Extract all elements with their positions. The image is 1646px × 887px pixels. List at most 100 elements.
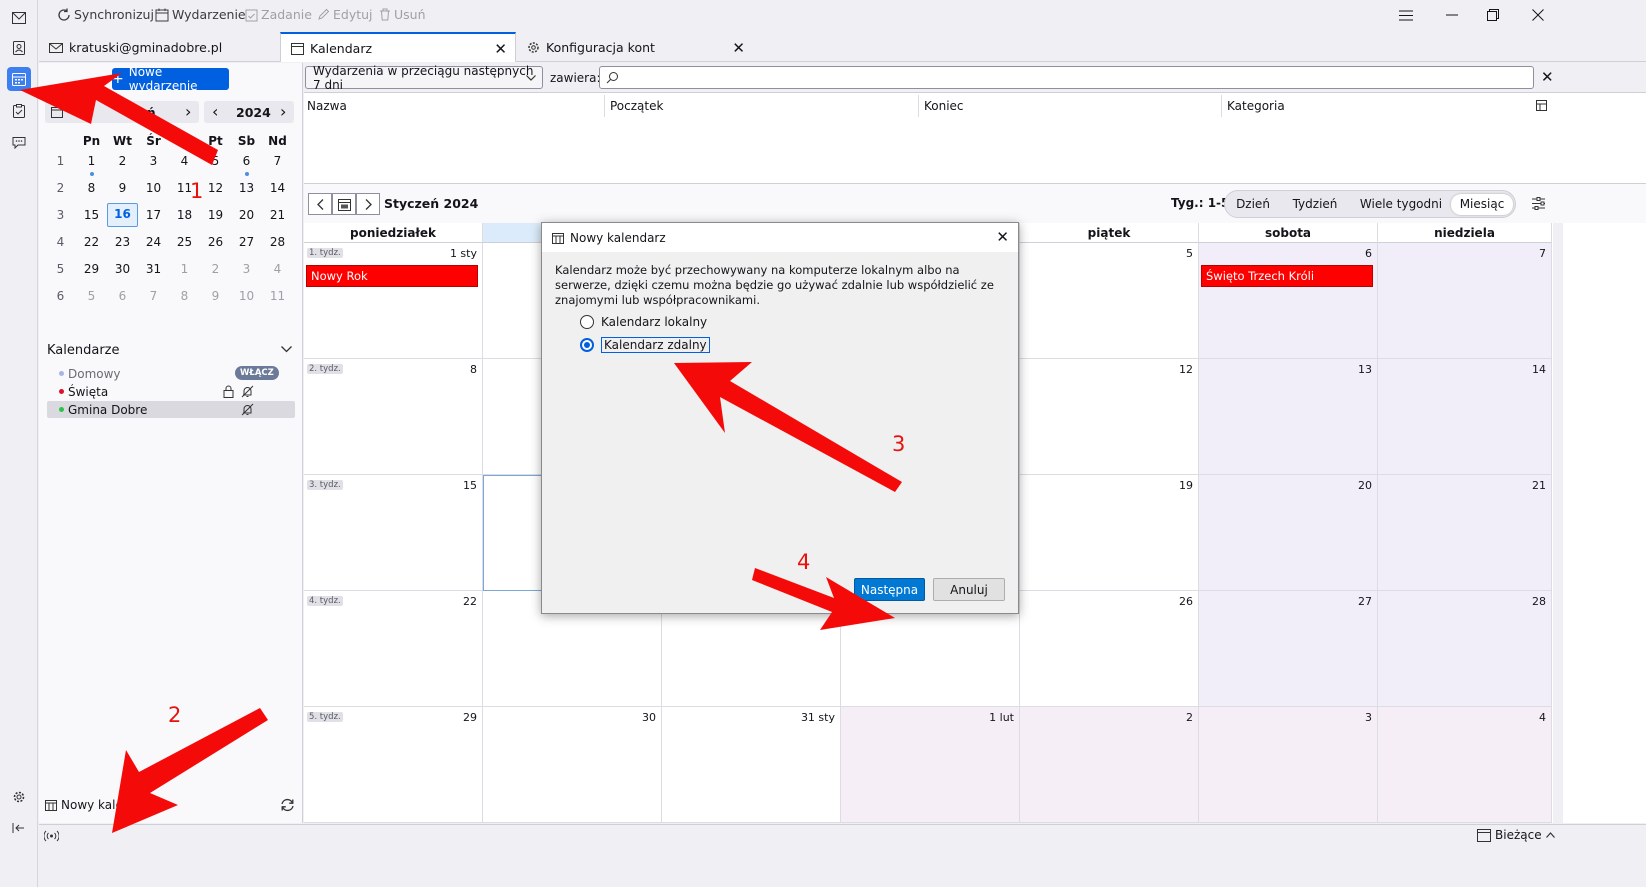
minimonth-day[interactable]: 7 — [262, 151, 293, 178]
week-label[interactable]: 2. tydz. — [307, 364, 343, 374]
settings-gear-icon[interactable] — [7, 785, 31, 809]
day-cell[interactable]: 5 — [1020, 243, 1199, 359]
minimonth-day[interactable]: 12 — [200, 178, 231, 205]
minimonth-day[interactable]: 31 — [138, 259, 169, 286]
vertical-scrollbar[interactable] — [1553, 223, 1563, 823]
day-cell[interactable]: 1. tydz. 1 sty Nowy Rok — [304, 243, 483, 359]
restore-icon[interactable] — [1483, 6, 1503, 24]
edit-toolbar-button[interactable]: Edytuj — [317, 7, 373, 22]
calendar-space-icon[interactable] — [7, 67, 31, 91]
minimonth-day[interactable]: 16 — [107, 203, 138, 227]
day-cell[interactable]: 14 — [1378, 359, 1552, 475]
close-tab-icon[interactable]: ✕ — [494, 40, 507, 58]
minimonth-day[interactable]: 10 — [231, 286, 262, 313]
day-cell[interactable]: 2. tydz. 8 — [304, 359, 483, 475]
view-multiweek-button[interactable]: Wiele tygodni — [1353, 194, 1449, 215]
minimonth-day[interactable]: 6 — [107, 286, 138, 313]
minimonth-day[interactable]: 13 — [231, 178, 262, 205]
view-week-button[interactable]: Tydzień — [1289, 194, 1341, 215]
minimonth-day[interactable]: 25 — [169, 232, 200, 259]
local-calendar-radio[interactable]: Kalendarz lokalny — [580, 315, 707, 329]
event-item[interactable]: Święto Trzech Króli — [1201, 265, 1373, 287]
week-label[interactable]: 4. tydz. — [307, 596, 343, 606]
day-cell[interactable]: 21 — [1378, 475, 1552, 591]
event-item[interactable]: Nowy Rok — [306, 265, 478, 287]
day-cell[interactable]: 19 — [1020, 475, 1199, 591]
dialog-close-icon[interactable]: ✕ — [996, 228, 1009, 246]
chevron-down-icon[interactable] — [281, 346, 292, 353]
today-pane-toggle[interactable]: Bieżące — [1477, 828, 1555, 842]
remote-calendar-radio[interactable]: Kalendarz zdalny — [580, 337, 710, 353]
day-cell[interactable]: 5. tydz. 29 — [304, 707, 483, 823]
tasks-icon[interactable] — [7, 99, 31, 123]
column-header-name[interactable]: Nazwa — [307, 99, 347, 113]
minimonth-day[interactable]: 26 — [200, 232, 231, 259]
minimonth-day[interactable]: 5 — [200, 151, 231, 178]
next-button[interactable]: Następna — [854, 578, 925, 601]
minimonth-day[interactable]: 7 — [138, 286, 169, 313]
day-cell[interactable]: 28 — [1378, 591, 1552, 707]
column-header-end[interactable]: Koniec — [924, 99, 964, 113]
minimize-icon[interactable] — [1442, 6, 1462, 24]
minimonth-day[interactable]: 5 — [76, 286, 107, 313]
calendar-item-gmina-dobre[interactable]: Gmina Dobre — [47, 401, 295, 418]
minimonth-day[interactable]: 2 — [200, 259, 231, 286]
day-cell[interactable]: 2 — [1020, 707, 1199, 823]
minimonth-day[interactable]: 6 — [231, 151, 262, 178]
close-tab-icon[interactable]: ✕ — [732, 39, 745, 57]
calendar-item-swieta[interactable]: Święta — [47, 383, 295, 400]
online-status-icon[interactable] — [44, 830, 59, 842]
day-cell[interactable]: 6 Święto Trzech Króli — [1199, 243, 1378, 359]
minimonth-day[interactable]: 11 — [262, 286, 293, 313]
new-event-button[interactable]: + Nowe wydarzenie — [112, 65, 229, 93]
minimonth-day[interactable]: 17 — [138, 205, 169, 232]
close-filter-icon[interactable]: ✕ — [1541, 68, 1554, 86]
minimonth-day[interactable]: 3 — [138, 151, 169, 178]
day-cell[interactable]: 12 — [1020, 359, 1199, 475]
minimonth-day[interactable]: 3 — [231, 259, 262, 286]
minimonth-day[interactable]: 2 — [107, 151, 138, 178]
week-label[interactable]: 5. tydz. — [307, 712, 343, 722]
day-cell[interactable]: 13 — [1199, 359, 1378, 475]
minimonth-day[interactable]: 1 — [76, 151, 107, 178]
minimonth-day[interactable]: 22 — [76, 232, 107, 259]
prev-year-icon[interactable]: ‹ — [212, 102, 218, 121]
minimonth-day[interactable]: 4 — [169, 151, 200, 178]
app-menu-icon[interactable] — [1396, 6, 1416, 24]
day-cell[interactable]: 26 — [1020, 591, 1199, 707]
alarm-off-icon[interactable] — [241, 403, 254, 416]
day-cell[interactable]: 27 — [1199, 591, 1378, 707]
chat-icon[interactable] — [7, 130, 31, 154]
cancel-button[interactable]: Anuluj — [933, 578, 1005, 601]
minimonth-day[interactable]: 18 — [169, 205, 200, 232]
view-day-button[interactable]: Dzień — [1233, 194, 1273, 215]
next-year-icon[interactable]: › — [280, 102, 286, 121]
minimonth-day[interactable]: 20 — [231, 205, 262, 232]
day-cell[interactable]: 30 — [483, 707, 662, 823]
day-cell[interactable]: 20 — [1199, 475, 1378, 591]
minimonth-day[interactable]: 30 — [107, 259, 138, 286]
minimonth-day[interactable]: 14 — [262, 178, 293, 205]
minimonth-day[interactable]: 27 — [231, 232, 262, 259]
mail-icon[interactable] — [7, 6, 31, 30]
enable-badge[interactable]: WŁĄCZ — [235, 366, 279, 380]
next-month-button[interactable] — [356, 193, 380, 215]
search-input[interactable] — [599, 66, 1534, 89]
collapse-spaces-icon[interactable] — [7, 816, 31, 840]
today-button[interactable] — [332, 193, 356, 215]
address-book-icon[interactable] — [7, 36, 31, 60]
minimonth-day[interactable]: 19 — [200, 205, 231, 232]
minimonth-day[interactable]: 10 — [138, 178, 169, 205]
tab-calendar[interactable]: Kalendarz ✕ — [280, 32, 516, 62]
calendar-item-domowy[interactable]: Domowy WŁĄCZ — [47, 365, 295, 382]
day-cell[interactable]: 1 lut — [841, 707, 1020, 823]
minimonth-day[interactable]: 1 — [169, 259, 200, 286]
refresh-icon[interactable] — [280, 798, 295, 812]
column-header-category[interactable]: Kategoria — [1227, 99, 1285, 113]
minimonth-day[interactable]: 8 — [76, 178, 107, 205]
prev-month-button[interactable] — [308, 193, 332, 215]
week-label[interactable]: 3. tydz. — [307, 480, 343, 490]
day-cell[interactable]: 4. tydz. 22 — [304, 591, 483, 707]
new-task-toolbar-button[interactable]: Zadanie — [245, 7, 312, 22]
day-cell[interactable]: 31 sty — [662, 707, 841, 823]
